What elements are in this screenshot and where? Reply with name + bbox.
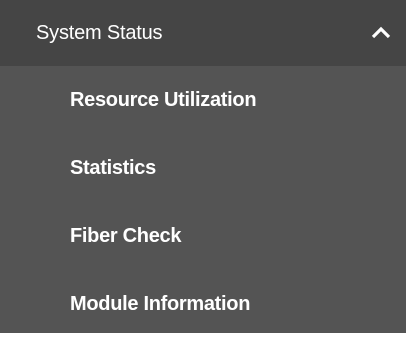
page-edge xyxy=(406,0,412,333)
system-status-menu: System Status Resource Utilization Stati… xyxy=(0,0,412,333)
menu-item-label: Module Information xyxy=(70,293,251,315)
menu-item-label: Statistics xyxy=(70,157,156,179)
system-status-header[interactable]: System Status xyxy=(0,0,412,66)
menu-item-module-information[interactable]: Module Information xyxy=(0,270,412,338)
menu-item-fiber-check[interactable]: Fiber Check xyxy=(0,202,412,270)
menu-item-statistics[interactable]: Statistics xyxy=(0,134,412,202)
menu-item-label: Fiber Check xyxy=(70,225,182,247)
chevron-up-icon[interactable] xyxy=(371,26,391,40)
menu-item-resource-utilization[interactable]: Resource Utilization xyxy=(0,66,412,134)
menu-item-label: Resource Utilization xyxy=(70,89,257,111)
menu-header-label: System Status xyxy=(36,22,163,44)
